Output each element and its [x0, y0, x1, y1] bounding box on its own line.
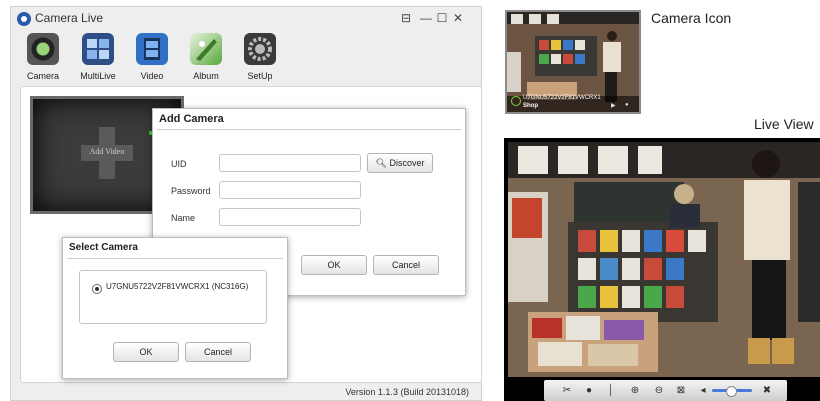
cancel-button[interactable]: Cancel: [185, 342, 251, 362]
app-title: Camera Live: [35, 11, 104, 25]
album-icon: [190, 33, 222, 65]
radio-button[interactable]: [92, 284, 102, 294]
camera-option-label: U7GNU5722V2F81VWCRX1 (NC316G): [106, 282, 249, 291]
record-icon: ●: [625, 102, 629, 108]
close-icon[interactable]: ✖︎: [760, 384, 774, 397]
toolbar-video-button[interactable]: Video: [127, 33, 177, 85]
zoom-in-icon[interactable]: ⊕: [628, 384, 642, 397]
camera-icon: [27, 33, 59, 65]
divider: [157, 129, 461, 130]
version-label: Version 1.1.3 (Build 20131018): [345, 387, 469, 397]
record-icon[interactable]: ●: [582, 384, 596, 397]
link-icon: [511, 96, 521, 106]
toolbar-label: SetUp: [247, 71, 273, 81]
live-video-feed[interactable]: [508, 142, 820, 377]
restore-icon[interactable]: ⊟: [399, 11, 413, 25]
uid-field[interactable]: [219, 154, 361, 172]
password-label: Password: [171, 186, 211, 196]
close-button[interactable]: ✕: [451, 11, 465, 25]
divider: [67, 258, 283, 259]
title-bar: Camera Live ⊟ — ☐ ✕: [11, 7, 481, 31]
live-control-bar: ✂︎ ● │ ⊕ ⊖ ⊠ ◂ ✖︎: [544, 380, 787, 401]
thumbnail-uid: U7GNU5722V2F81VWCRX1: [523, 95, 601, 101]
toolbar-label: Camera: [26, 71, 59, 81]
camera-thumbnail[interactable]: U7GNU5722V2F81VWCRX1 Shop ▶ ●: [505, 10, 641, 114]
volume-slider-handle[interactable]: [726, 386, 737, 397]
multilive-icon: [82, 33, 114, 65]
video-icon: [136, 33, 168, 65]
ok-button[interactable]: OK: [113, 342, 179, 362]
toolbar-setup-button[interactable]: SetUp: [235, 33, 285, 85]
live-scene: [508, 142, 820, 377]
discover-label: Discover: [389, 158, 425, 168]
toolbar-label: Video: [140, 71, 164, 81]
thumbnail-location: Shop: [523, 103, 538, 109]
dialog-title: Add Camera: [159, 113, 224, 125]
fit-icon[interactable]: ⊠: [674, 384, 688, 397]
minimize-button[interactable]: —: [419, 11, 433, 25]
live-view-panel: ✂︎ ● │ ⊕ ⊖ ⊠ ◂ ✖︎: [504, 138, 820, 401]
cancel-button[interactable]: Cancel: [373, 255, 439, 275]
toolbar-label: MultiLive: [80, 71, 116, 81]
name-label: Name: [171, 213, 196, 223]
search-icon: 🔍︎: [375, 158, 387, 168]
scissors-icon[interactable]: ✂︎: [560, 384, 574, 397]
toolbar-label: Album: [193, 71, 219, 81]
camera-list: U7GNU5722V2F81VWCRX1 (NC316G): [79, 270, 267, 324]
dialog-title: Select Camera: [69, 242, 138, 253]
camera-icon-caption: Camera Icon: [651, 10, 732, 26]
select-camera-dialog: Select Camera U7GNU5722V2F81VWCRX1 (NC31…: [62, 237, 288, 379]
mic-icon[interactable]: │: [604, 384, 618, 397]
name-field[interactable]: [219, 208, 361, 226]
live-view-caption: Live View: [754, 116, 814, 132]
play-icon: ▶: [611, 103, 616, 109]
password-field[interactable]: [219, 181, 361, 199]
app-logo-icon: [17, 12, 31, 26]
discover-button[interactable]: 🔍︎ Discover: [367, 153, 433, 173]
zoom-out-icon[interactable]: ⊖: [652, 384, 666, 397]
toolbar-camera-button[interactable]: Camera: [18, 33, 68, 85]
ok-button[interactable]: OK: [301, 255, 367, 275]
setup-icon: [244, 33, 276, 65]
toolbar-album-button[interactable]: Album: [181, 33, 231, 85]
camera-option[interactable]: U7GNU5722V2F81VWCRX1 (NC316G): [80, 271, 266, 301]
uid-label: UID: [171, 159, 187, 169]
toolbar-multilive-button[interactable]: MultiLive: [73, 33, 123, 85]
maximize-button[interactable]: ☐: [435, 11, 449, 25]
add-video-label: Add Video: [89, 147, 125, 156]
volume-slider[interactable]: [712, 386, 752, 397]
volume-icon[interactable]: ◂: [696, 384, 710, 397]
